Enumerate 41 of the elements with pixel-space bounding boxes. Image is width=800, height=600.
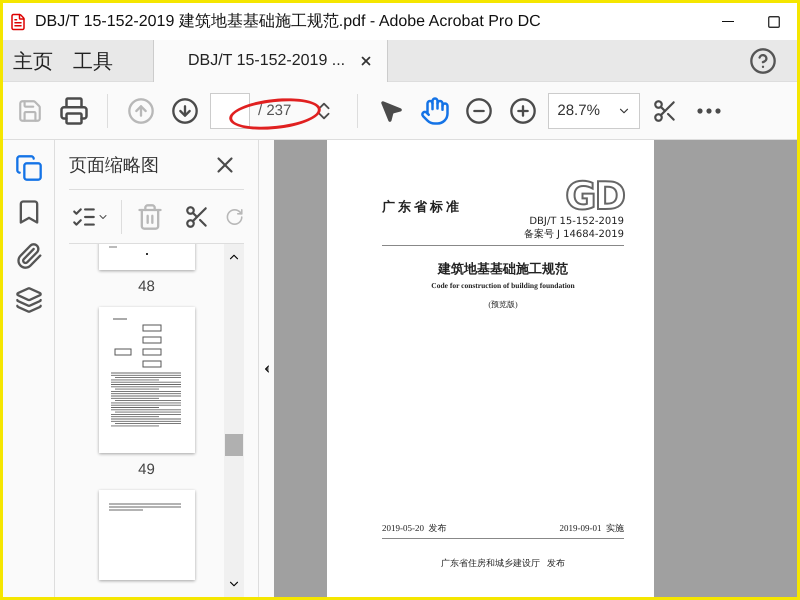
thumbnail-page-number: 48	[138, 278, 155, 295]
zoom-in-icon	[509, 96, 538, 124]
edition-label: (预览版)	[488, 299, 518, 310]
scrollbar-thumb[interactable]	[225, 434, 243, 456]
maximize-icon	[767, 14, 781, 28]
thumbnail-page-number: 49	[138, 461, 155, 478]
issue-date: 2019-05-20 发布	[382, 522, 446, 535]
zoom-out-icon	[465, 96, 494, 124]
trash-icon	[136, 202, 164, 230]
page-thumbnail[interactable]	[98, 307, 194, 453]
zoom-dropdown[interactable]: 28.7%	[548, 92, 640, 128]
tab[interactable]: 主页	[3, 40, 63, 82]
effective-date: 2019-09-01 实施	[560, 522, 624, 535]
record-number: 备案号 J 14684-2019	[524, 228, 624, 241]
logo: GD	[565, 176, 624, 216]
save-icon	[17, 98, 43, 124]
more-icon	[697, 108, 722, 114]
minimize-icon	[722, 21, 734, 22]
hand-icon	[420, 96, 450, 126]
page-thumbnail-drawing	[108, 503, 180, 511]
rotate-icon	[224, 206, 244, 226]
tab[interactable]: DBJ/T 15-152-2019 ...	[153, 40, 388, 82]
scrollbar[interactable]	[224, 244, 244, 597]
standard-code: DBJ/T 15-152-2019	[529, 216, 624, 227]
page-number-field[interactable]	[210, 92, 250, 128]
standard-type: 广东省标准	[382, 198, 462, 216]
page-thumbnail[interactable]	[98, 490, 194, 580]
paperclip-icon	[14, 242, 42, 270]
help-icon	[749, 46, 777, 74]
scissors-icon	[184, 204, 210, 230]
issuer: 广东省住房和城乡建设厅 发布	[441, 557, 565, 570]
page-total: / 237	[258, 102, 292, 119]
panel-title: 页面缩略图	[69, 154, 159, 176]
pages-icon	[14, 154, 42, 182]
window-title: DBJ/T 15-152-2019 建筑地基基础施工规范.pdf - Adobe Acrobat Pro DC	[35, 12, 542, 32]
close-tab-icon[interactable]	[359, 54, 374, 68]
document-title: 建筑地基基础施工规范	[438, 261, 568, 278]
printer-icon	[59, 96, 89, 126]
pdf-file-icon	[9, 12, 27, 30]
tab[interactable]: 工具	[63, 40, 123, 82]
layers-icon	[14, 286, 42, 314]
